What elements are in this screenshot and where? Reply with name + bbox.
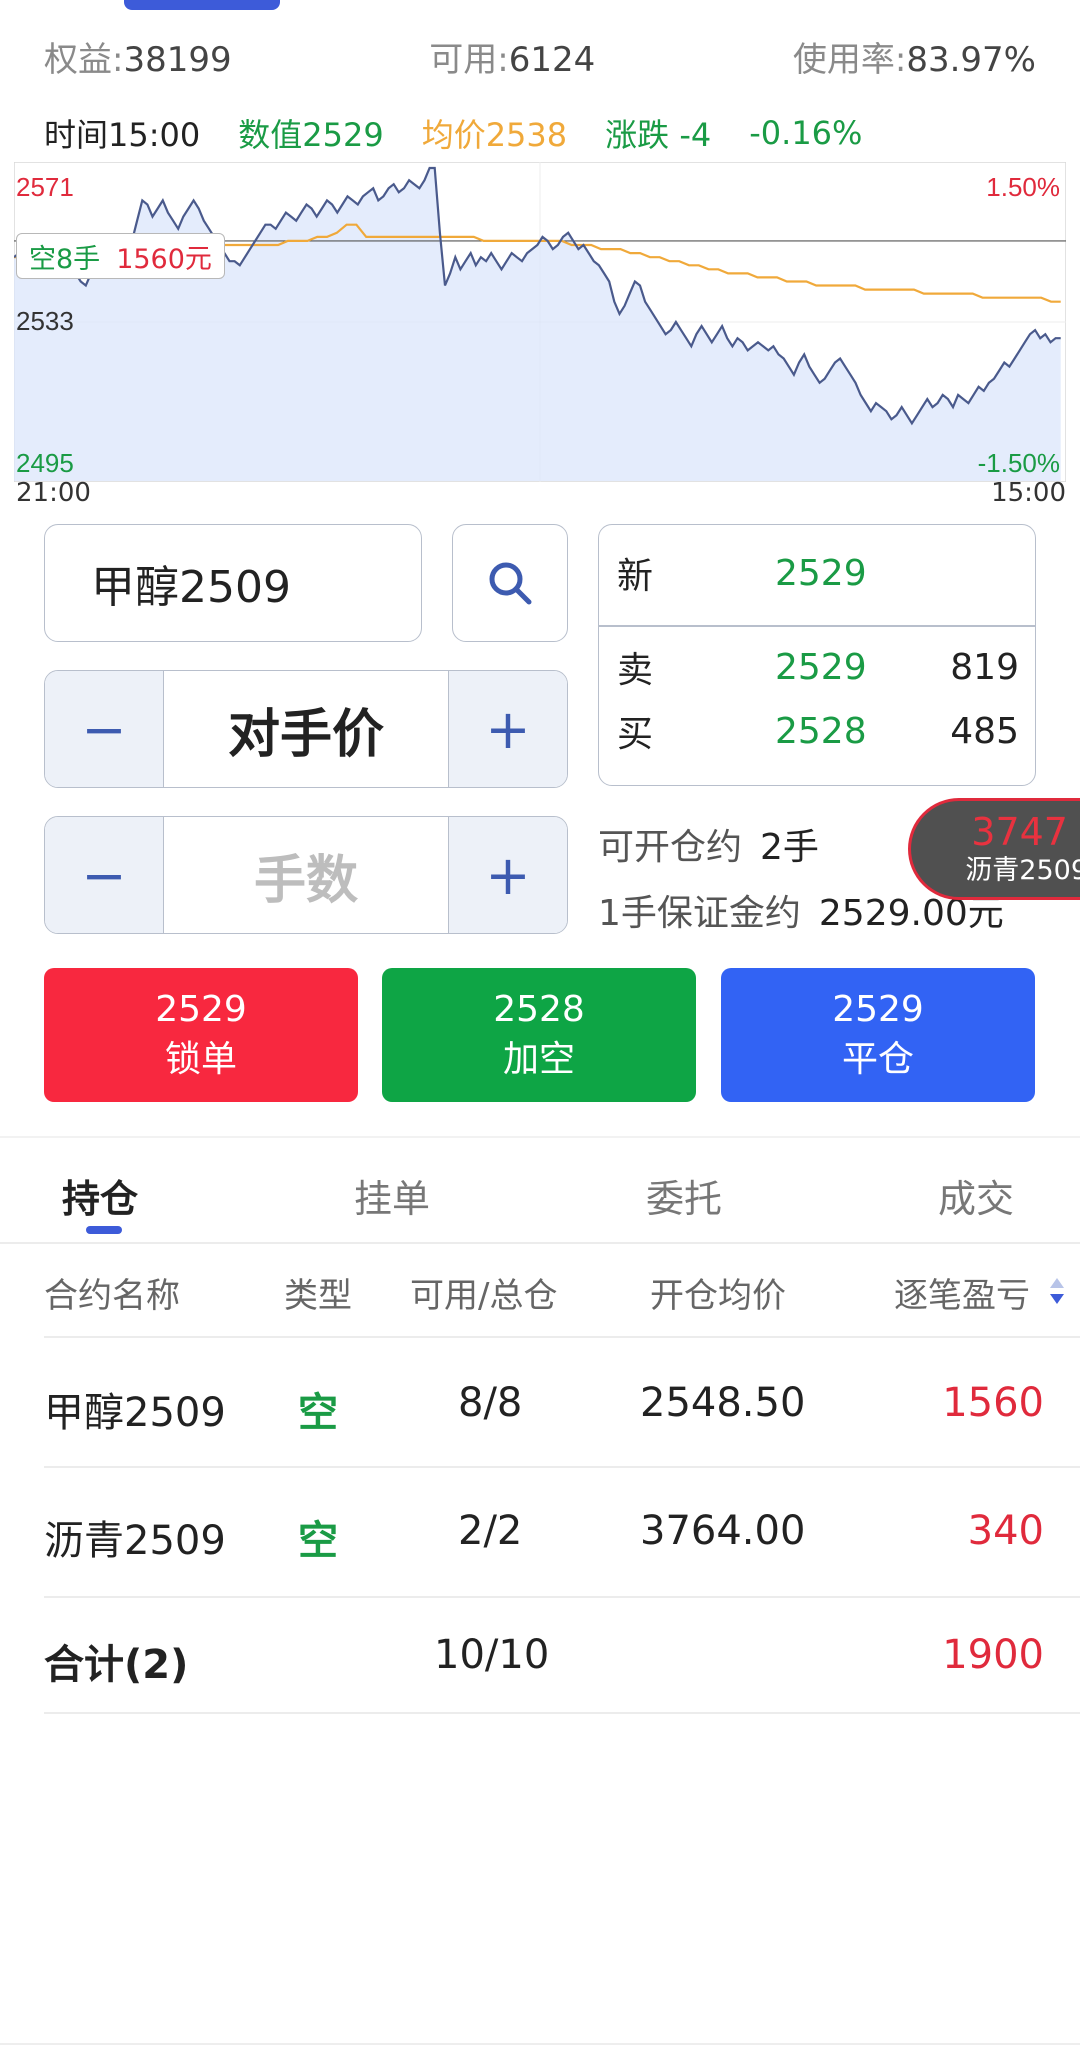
available-funds: 可用:6124 [429, 39, 596, 80]
price-minus-button[interactable]: − [45, 671, 163, 787]
search-button[interactable] [452, 524, 568, 642]
equity: 权益:38199 [44, 39, 232, 80]
quantity-stepper: − 手数 + [44, 816, 568, 934]
tab-pending[interactable]: 挂单 [354, 1168, 430, 1223]
col-pnl[interactable]: 逐笔盈亏 [894, 1268, 1030, 1317]
bottom-divider [0, 2043, 1080, 2045]
row-divider [44, 1712, 1080, 1714]
info-change-pct: -0.16% [749, 114, 863, 152]
chip-name: 沥青2509 [965, 855, 1080, 886]
close-position-button[interactable]: 2529 平仓 [721, 968, 1035, 1102]
info-value: 数值2529 [238, 116, 384, 154]
minus-icon: − [81, 697, 127, 761]
last-price-row: 新 2529 [617, 552, 867, 598]
price-mode[interactable]: 对手价 [163, 671, 449, 787]
tab-trades[interactable]: 成交 [938, 1168, 1014, 1223]
contract-name: 甲醇2509 [91, 562, 291, 613]
section-separator [0, 1136, 1080, 1138]
floating-contract-chip[interactable]: 3747 沥青2509 [908, 798, 1080, 900]
row2-pnl: 340 [967, 1508, 1044, 1554]
x-label-start: 21:00 [16, 478, 91, 508]
tab-orders[interactable]: 委托 [646, 1168, 722, 1223]
position-pill[interactable]: 空8手 1560元 [16, 233, 225, 279]
position-pill-short: 空8手 [29, 243, 101, 275]
add-short-button[interactable]: 2528 加空 [382, 968, 696, 1102]
ask-volume: 819 [950, 646, 1019, 688]
total-pnl: 1900 [942, 1632, 1044, 1678]
row2-avg-price: 3764.00 [640, 1508, 806, 1554]
row2-qty: 2/2 [458, 1508, 523, 1554]
tabs-divider [0, 1242, 1080, 1244]
pct-label-top: 1.50% [986, 172, 1060, 202]
sort-icon[interactable] [1048, 1276, 1066, 1306]
last-price: 2529 [775, 552, 867, 594]
col-type: 类型 [284, 1276, 352, 1316]
col-contract: 合约名称 [44, 1276, 180, 1316]
row-divider [44, 1336, 1080, 1338]
lock-order-button[interactable]: 2529 锁单 [44, 968, 358, 1102]
quote-panel: 新 2529 卖 2529 819 买 2528 485 [598, 524, 1036, 786]
account-badge [124, 0, 280, 10]
tab-positions[interactable]: 持仓 [62, 1168, 138, 1223]
qty-plus-button[interactable]: + [449, 817, 567, 933]
row2-contract[interactable]: 沥青2509 [44, 1508, 226, 1566]
ask-price: 2529 [775, 646, 867, 688]
bid-price: 2528 [775, 710, 867, 752]
bid-volume: 485 [950, 710, 1019, 752]
row1-qty: 8/8 [458, 1380, 523, 1426]
margin-usage: 使用率:83.97% [792, 39, 1036, 80]
account-summary: 权益:38199 可用:6124 使用率:83.97% [44, 30, 1036, 82]
row2-type: 空 [298, 1518, 338, 1564]
intraday-chart[interactable]: 2571 2533 2495 1.50% -1.50% [14, 162, 1066, 482]
row1-pnl: 1560 [942, 1380, 1044, 1426]
contract-selector[interactable]: 甲醇2509 [44, 524, 422, 642]
total-label: 合计(2) [44, 1642, 189, 1688]
active-tab-indicator [86, 1226, 122, 1234]
chip-price: 3747 [971, 810, 1068, 854]
bid-row[interactable]: 买 2528 485 [599, 701, 1035, 761]
ask-row[interactable]: 卖 2529 819 [599, 637, 1035, 697]
position-tabs: 持仓 挂单 委托 成交 [0, 1160, 1080, 1230]
row1-avg-price: 2548.50 [640, 1380, 806, 1426]
position-pill-pnl: 1560元 [116, 243, 212, 275]
chart-svg: 2571 2533 2495 1.50% -1.50% [14, 162, 1066, 482]
price-plus-button[interactable]: + [449, 671, 567, 787]
search-icon [489, 562, 532, 605]
plus-icon: + [485, 843, 531, 907]
plus-icon: + [485, 697, 531, 761]
col-avg-price: 开仓均价 [650, 1276, 786, 1316]
col-qty: 可用/总仓 [410, 1276, 558, 1316]
price-area [14, 168, 1061, 481]
row-divider [44, 1466, 1080, 1468]
row1-contract[interactable]: 甲醇2509 [44, 1380, 226, 1438]
info-avg: 均价2538 [421, 116, 568, 154]
x-label-end: 15:00 [991, 478, 1066, 508]
qty-minus-button[interactable]: − [45, 817, 163, 933]
quantity-input[interactable]: 手数 [163, 817, 449, 933]
y-label-bottom: 2495 [16, 448, 74, 478]
quote-divider [599, 625, 1035, 627]
price-stepper: − 对手价 + [44, 670, 568, 788]
row-divider [44, 1596, 1080, 1598]
total-qty: 10/10 [434, 1632, 550, 1678]
y-label-mid: 2533 [16, 306, 74, 336]
can-open-info: 可开仓约 2手 [598, 827, 819, 868]
chart-info-bar: 时间15:00 数值2529 均价2538 涨跌 -4 -0.16% [44, 108, 1036, 158]
info-change: 涨跌 -4 [605, 116, 712, 154]
pct-label-bottom: -1.50% [978, 448, 1060, 478]
y-label-top: 2571 [16, 172, 74, 202]
info-time: 时间15:00 [44, 116, 201, 154]
row1-type: 空 [298, 1390, 338, 1436]
minus-icon: − [81, 843, 127, 907]
